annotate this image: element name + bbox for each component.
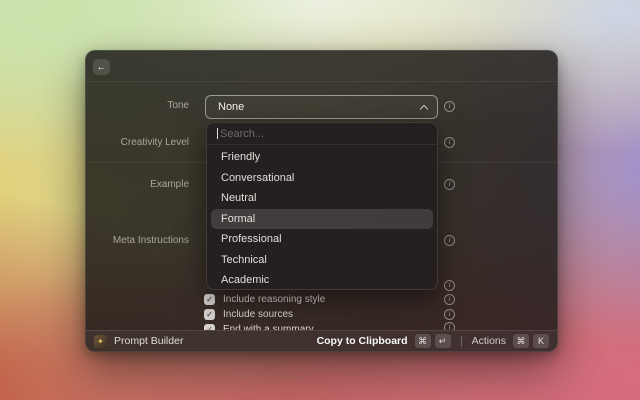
checkbox-row-reasoning: ✓ Include reasoning style [204, 293, 325, 306]
label-creativity-level: Creativity Level [86, 137, 189, 149]
app-name: Prompt Builder [114, 335, 183, 347]
checkbox-row-summary: ✓ End with a summary [204, 323, 314, 330]
tone-dropdown-panel: Search... Friendly Conversational Neutra… [206, 122, 438, 290]
prompt-builder-window: ← Tone Creativity Level Example Meta Ins… [85, 50, 558, 352]
checkbox-include-reasoning[interactable]: ✓ [204, 294, 215, 305]
tone-select-value: None [218, 101, 421, 113]
prompt-builder-app-icon: ✦ [94, 335, 107, 348]
chevron-up-icon [420, 104, 428, 112]
back-button[interactable]: ← [93, 59, 110, 75]
actions-button[interactable]: Actions [472, 335, 506, 347]
k-key-badge: K [533, 334, 549, 348]
dropdown-option-academic[interactable]: Academic [211, 270, 433, 290]
checkbox-label: Include sources [223, 309, 293, 320]
info-icon-meta[interactable]: i [444, 235, 455, 246]
copy-to-clipboard-button[interactable]: Copy to Clipboard [317, 335, 408, 347]
footer-actions: Copy to Clipboard ⌘ ↵ Actions ⌘ K [317, 334, 549, 348]
checkbox-include-sources[interactable]: ✓ [204, 309, 215, 320]
form-area: Tone Creativity Level Example Meta Instr… [86, 82, 557, 330]
info-icon-hidden-field[interactable]: i [444, 280, 455, 291]
sparkle-icon: ✦ [97, 337, 104, 346]
dropdown-search-input[interactable]: Search... [207, 123, 437, 145]
dropdown-option-list: Friendly Conversational Neutral Formal P… [207, 145, 437, 290]
info-icon-tone[interactable]: i [444, 101, 455, 112]
info-icon-creativity[interactable]: i [444, 137, 455, 148]
cmd-key-badge: ⌘ [415, 334, 431, 348]
checkmark-icon: ✓ [206, 310, 213, 319]
text-cursor [217, 128, 218, 139]
label-meta-instructions: Meta Instructions [86, 235, 189, 247]
label-example: Example [86, 179, 189, 191]
footer-divider [461, 336, 462, 347]
dropdown-option-friendly[interactable]: Friendly [211, 147, 433, 168]
info-icon-summary[interactable]: i [444, 322, 455, 330]
checkmark-icon: ✓ [206, 295, 213, 304]
dropdown-option-neutral[interactable]: Neutral [211, 188, 433, 209]
checkbox-label: Include reasoning style [223, 294, 325, 305]
info-icon-sources[interactable]: i [444, 309, 455, 320]
search-placeholder: Search... [220, 128, 264, 140]
label-tone: Tone [86, 100, 189, 112]
window-header: ← [86, 51, 557, 82]
tone-select[interactable]: None [205, 95, 438, 119]
checkbox-row-sources: ✓ Include sources [204, 308, 293, 321]
dropdown-option-technical[interactable]: Technical [211, 250, 433, 271]
dropdown-option-conversational[interactable]: Conversational [211, 168, 433, 189]
window-footer: ✦ Prompt Builder Copy to Clipboard ⌘ ↵ A… [86, 330, 557, 351]
info-icon-reasoning[interactable]: i [444, 294, 455, 305]
enter-key-badge: ↵ [435, 334, 451, 348]
cmd-key-badge: ⌘ [513, 334, 529, 348]
dropdown-option-formal[interactable]: Formal [211, 209, 433, 230]
info-icon-example[interactable]: i [444, 179, 455, 190]
back-arrow-icon: ← [97, 62, 107, 73]
dropdown-option-professional[interactable]: Professional [211, 229, 433, 250]
